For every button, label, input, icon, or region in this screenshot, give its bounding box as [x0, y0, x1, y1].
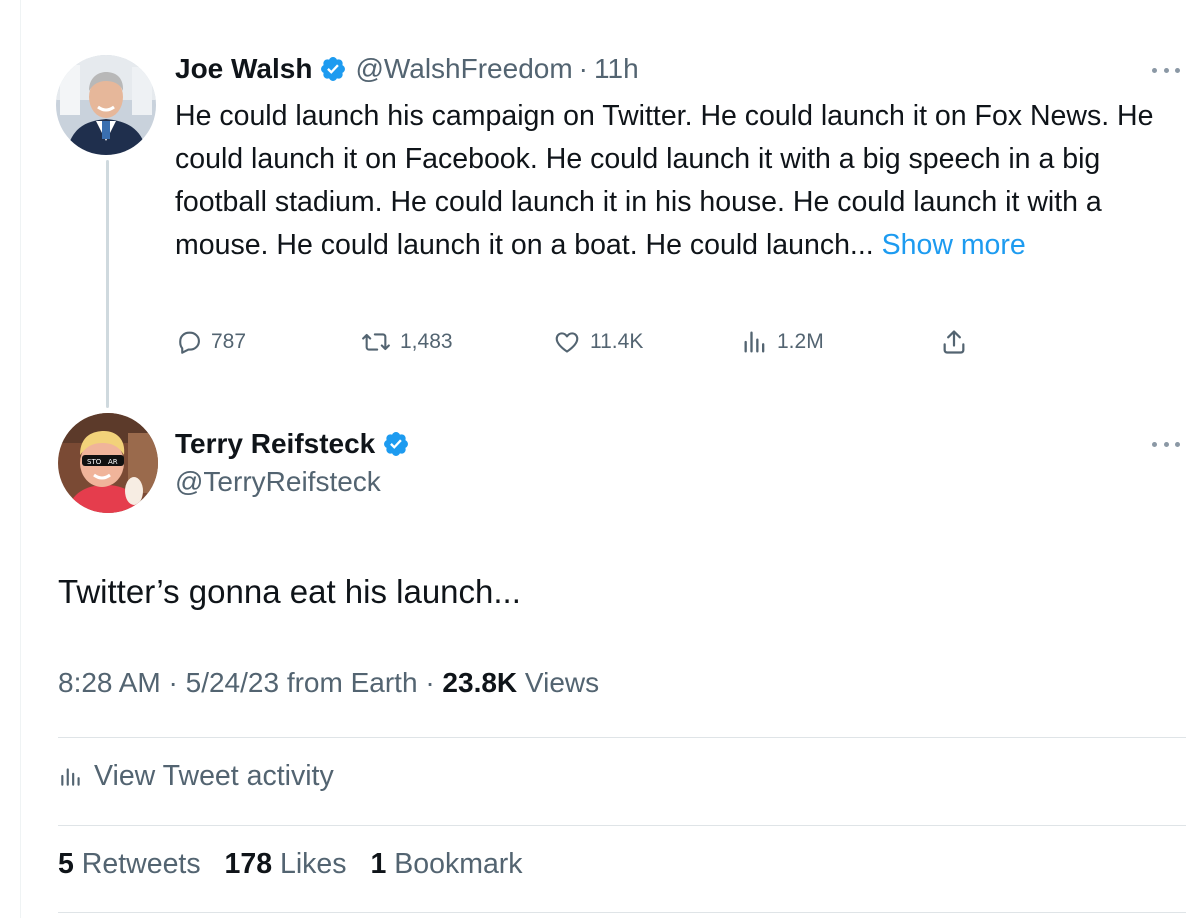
views-chart-icon [744, 331, 765, 353]
heart-icon [555, 332, 579, 353]
share-button[interactable] [940, 322, 976, 362]
more-options-icon[interactable] [1152, 64, 1180, 76]
tweet-stats: 5 Retweets 178 Likes 1 Bookmark [58, 848, 523, 881]
bookmarks-stat[interactable]: 1 Bookmark [370, 848, 522, 880]
verified-badge-icon [319, 55, 347, 83]
divider [58, 825, 1186, 826]
view-tweet-activity-label: View Tweet activity [94, 759, 334, 792]
likes-stat[interactable]: 178 Likes [225, 848, 371, 880]
retweets-stat[interactable]: 5 Retweets [58, 848, 225, 880]
retweet-count: 1,483 [400, 330, 453, 353]
views-label: Views [524, 667, 600, 698]
divider [58, 912, 1186, 913]
like-button[interactable]: 11.4K [552, 322, 643, 362]
divider [58, 737, 1186, 738]
parent-tweet-time[interactable]: 11h [594, 53, 639, 85]
retweet-icon [362, 333, 390, 351]
parent-author-handle[interactable]: @WalshFreedom [355, 53, 572, 85]
main-author-avatar[interactable]: STO AR [58, 413, 158, 513]
reply-icon [179, 331, 200, 354]
likes-label: Likes [280, 848, 347, 880]
timeline-border [20, 0, 21, 918]
main-tweet-text: Twitter’s gonna eat his launch... [58, 573, 521, 610]
views-button[interactable]: 1.2M [741, 322, 824, 362]
parent-author-name[interactable]: Joe Walsh [175, 53, 312, 85]
reply-count: 787 [211, 330, 247, 353]
view-count: 1.2M [777, 330, 824, 353]
parent-tweet-text: He could launch his campaign on Twitter.… [175, 95, 1165, 267]
retweet-button[interactable]: 1,483 [360, 322, 453, 362]
meta-separator: · [425, 667, 435, 698]
verified-badge-icon [382, 430, 410, 458]
thread-connector-line [106, 160, 109, 408]
main-author-name[interactable]: Terry Reifsteck [175, 428, 375, 460]
svg-text:AR: AR [108, 458, 118, 466]
reply-button[interactable]: 787 [175, 322, 246, 362]
tweet-date-source[interactable]: 5/24/23 from Earth [186, 667, 418, 698]
main-author-name-row: Terry Reifsteck [175, 424, 418, 464]
share-icon [943, 330, 965, 354]
show-more-link[interactable]: Show more [882, 229, 1026, 261]
meta-separator: · [168, 667, 178, 698]
bookmarks-count: 1 [370, 848, 387, 880]
parent-tweet-actions: 787 1,483 11.4K 1.2M [175, 322, 995, 362]
retweets-label: Retweets [81, 848, 201, 880]
analytics-icon [61, 768, 80, 786]
svg-text:STO: STO [87, 458, 102, 466]
like-count: 11.4K [590, 330, 644, 353]
more-options-icon[interactable] [1152, 438, 1180, 450]
bookmarks-label: Bookmark [394, 848, 523, 880]
views-count: 23.8K [442, 667, 518, 698]
tweet-time[interactable]: 8:28 AM [58, 667, 161, 698]
main-author-handle[interactable]: @TerryReifsteck [175, 466, 381, 498]
parent-author-avatar[interactable] [56, 55, 156, 155]
header-separator: · [578, 53, 588, 84]
retweets-count: 5 [58, 848, 74, 880]
parent-tweet-header: Joe Walsh @WalshFreedom · 11h [175, 48, 639, 90]
tweet-metadata: 8:28 AM · 5/24/23 from Earth · 23.8K Vie… [58, 667, 599, 699]
view-tweet-activity-link[interactable]: View Tweet activity [58, 756, 334, 796]
likes-count: 178 [224, 848, 273, 880]
